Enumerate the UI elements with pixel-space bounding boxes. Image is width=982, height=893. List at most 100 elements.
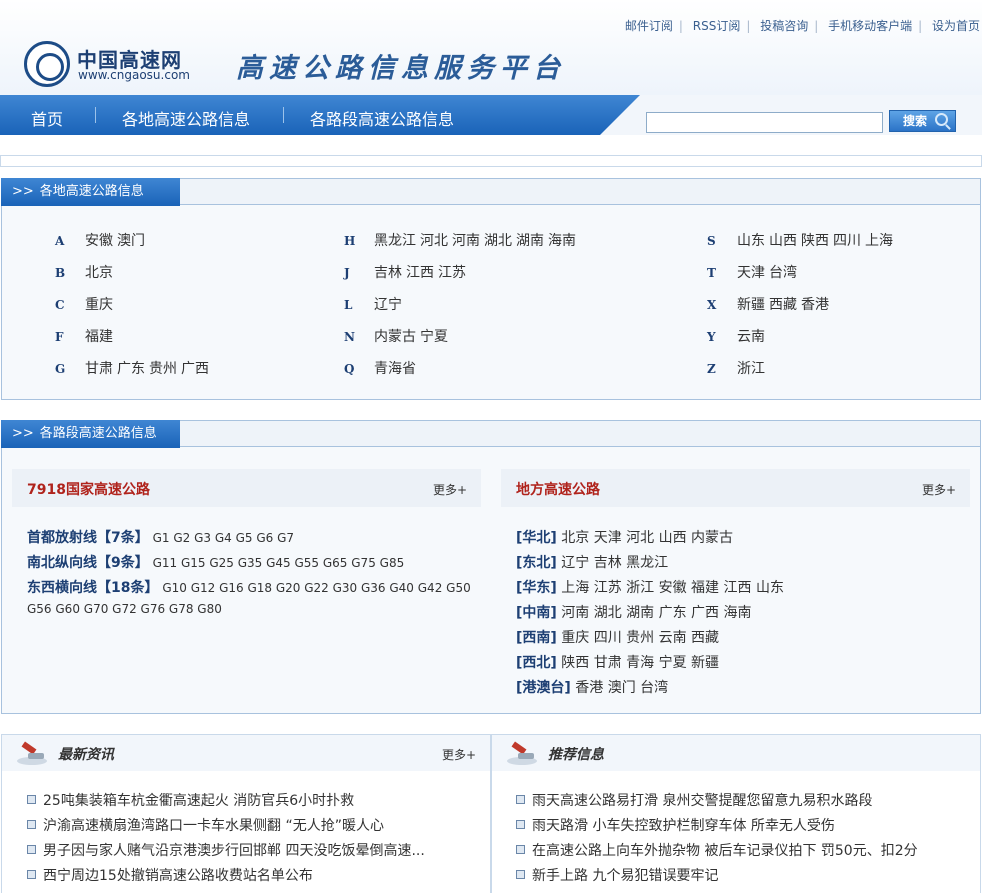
road-codes[interactable]: G10 G12 G16 G18 G20 G22 G30 G36 G40 G42 … bbox=[162, 581, 470, 595]
local-region-names[interactable]: 河南 湖北 湖南 广东 广西 海南 bbox=[561, 605, 751, 621]
region-link[interactable]: 黑龙江 bbox=[374, 233, 416, 249]
double-arrow-icon: >> bbox=[12, 184, 34, 199]
region-link[interactable]: 贵州 bbox=[149, 361, 177, 377]
local-region-names[interactable]: 重庆 四川 贵州 云南 西藏 bbox=[561, 630, 719, 646]
road-codes[interactable]: G56 G60 G70 G72 G76 G78 G80 bbox=[27, 602, 222, 616]
local-region-names[interactable]: 北京 天津 河北 山西 内蒙古 bbox=[561, 530, 733, 546]
region-link[interactable]: 西藏 bbox=[769, 297, 797, 313]
top-link-mobile-client[interactable]: 手机移动客户端 bbox=[828, 19, 912, 33]
local-region-line: [西南] 重庆 四川 贵州 云南 西藏 bbox=[516, 627, 719, 647]
local-region-label[interactable]: [中南] bbox=[516, 605, 557, 621]
latest-news-more-link[interactable]: 更多+ bbox=[442, 746, 476, 763]
local-region-names[interactable]: 陕西 甘肃 青海 宁夏 新疆 bbox=[561, 655, 719, 671]
top-link-contribute[interactable]: 投稿咨询 bbox=[760, 19, 808, 33]
region-link[interactable]: 广西 bbox=[181, 361, 209, 377]
region-link[interactable]: 江西 bbox=[406, 265, 434, 281]
region-link[interactable]: 甘肃 bbox=[85, 361, 113, 377]
region-row: L 辽宁 bbox=[344, 294, 406, 314]
region-link[interactable]: 上海 bbox=[865, 233, 893, 249]
nav-divider bbox=[283, 107, 284, 123]
road-count[interactable]: 【9条】 bbox=[97, 555, 149, 571]
local-region-label[interactable]: [东北] bbox=[516, 555, 557, 571]
local-region-label[interactable]: [西北] bbox=[516, 655, 557, 671]
region-letter: Y bbox=[707, 330, 716, 344]
search-button[interactable]: 搜索 bbox=[889, 110, 956, 132]
region-link[interactable]: 福建 bbox=[85, 329, 113, 345]
local-region-line: [东北] 辽宁 吉林 黑龙江 bbox=[516, 552, 668, 572]
recommend-item[interactable]: 新手上路 九个易犯错误要牢记 bbox=[516, 865, 718, 885]
latest-news-panel: 最新资讯 更多+ 25吨集装箱车杭金衢高速起火 消防官兵6小时扑救 沪渝高速横扇… bbox=[1, 734, 491, 893]
latest-news-header: 最新资讯 更多+ bbox=[2, 735, 490, 771]
region-link[interactable]: 澳门 bbox=[117, 233, 145, 249]
national-highway-title[interactable]: 7918国家高速公路 bbox=[27, 479, 150, 499]
local-highway-title[interactable]: 地方高速公路 bbox=[516, 479, 600, 499]
nav-item-regional[interactable]: 各地高速公路信息 bbox=[122, 106, 250, 130]
top-link-email-subscribe[interactable]: 邮件订阅 bbox=[625, 19, 673, 33]
region-link[interactable]: 四川 bbox=[833, 233, 861, 249]
region-link[interactable]: 吉林 bbox=[374, 265, 402, 281]
top-link-set-homepage[interactable]: 设为首页 bbox=[932, 19, 980, 33]
region-link[interactable]: 湖南 bbox=[516, 233, 544, 249]
site-logo[interactable]: 中国高速网 www.cngaosu.com bbox=[24, 41, 194, 89]
region-link[interactable]: 河北 bbox=[420, 233, 448, 249]
news-item[interactable]: 25吨集装箱车杭金衢高速起火 消防官兵6小时扑救 bbox=[27, 790, 354, 810]
search-input[interactable] bbox=[646, 112, 883, 133]
road-line: 首都放射线【7条】 G1 G2 G3 G4 G5 G6 G7 bbox=[27, 527, 294, 547]
nav-item-road-sections[interactable]: 各路段高速公路信息 bbox=[310, 106, 454, 130]
local-region-line: [中南] 河南 湖北 湖南 广东 广西 海南 bbox=[516, 602, 752, 622]
region-link[interactable]: 山东 bbox=[737, 233, 765, 249]
road-count[interactable]: 【7条】 bbox=[97, 530, 149, 546]
local-region-line: [华北] 北京 天津 河北 山西 内蒙古 bbox=[516, 527, 733, 547]
region-link[interactable]: 山西 bbox=[769, 233, 797, 249]
top-link-rss[interactable]: RSS订阅 bbox=[693, 19, 741, 33]
road-codes[interactable]: G1 G2 G3 G4 G5 G6 G7 bbox=[153, 531, 294, 545]
nav-item-home[interactable]: 首页 bbox=[31, 106, 63, 130]
local-region-names[interactable]: 辽宁 吉林 黑龙江 bbox=[561, 555, 668, 571]
local-more-link[interactable]: 更多+ bbox=[922, 481, 956, 498]
road-codes[interactable]: G11 G15 G25 G35 G45 G55 G65 G75 G85 bbox=[153, 556, 405, 570]
region-link[interactable]: 新疆 bbox=[737, 297, 765, 313]
region-link[interactable]: 宁夏 bbox=[420, 329, 448, 345]
nav-bar: 首页 各地高速公路信息 各路段高速公路信息 bbox=[0, 95, 640, 135]
region-link[interactable]: 江苏 bbox=[438, 265, 466, 281]
region-link[interactable]: 云南 bbox=[737, 329, 765, 345]
region-link[interactable]: 广东 bbox=[117, 361, 145, 377]
region-link[interactable]: 香港 bbox=[801, 297, 829, 313]
region-link[interactable]: 内蒙古 bbox=[374, 329, 416, 345]
region-letter: H bbox=[344, 234, 356, 248]
recommend-item[interactable]: 雨天高速公路易打滑 泉州交警提醒您留意九易积水路段 bbox=[516, 790, 872, 810]
region-link[interactable]: 河南 bbox=[452, 233, 480, 249]
local-region-names[interactable]: 上海 江苏 浙江 安徽 福建 江西 山东 bbox=[561, 580, 784, 596]
region-link[interactable]: 北京 bbox=[85, 265, 113, 281]
region-row: Q 青海省 bbox=[344, 358, 420, 378]
region-link[interactable]: 台湾 bbox=[769, 265, 797, 281]
road-category-link[interactable]: 首都放射线 bbox=[27, 530, 97, 546]
region-link[interactable]: 湖北 bbox=[484, 233, 512, 249]
local-region-label[interactable]: [华东] bbox=[516, 580, 557, 596]
local-region-names[interactable]: 香港 澳门 台湾 bbox=[575, 680, 668, 696]
region-link[interactable]: 安徽 bbox=[85, 233, 113, 249]
region-link[interactable]: 重庆 bbox=[85, 297, 113, 313]
main-nav: 首页 各地高速公路信息 各路段高速公路信息 搜索 bbox=[0, 95, 982, 135]
region-link[interactable]: 浙江 bbox=[737, 361, 765, 377]
region-link[interactable]: 陕西 bbox=[801, 233, 829, 249]
national-more-link[interactable]: 更多+ bbox=[433, 481, 467, 498]
region-link[interactable]: 天津 bbox=[737, 265, 765, 281]
latest-news-title: 最新资讯 bbox=[58, 747, 114, 763]
region-link[interactable]: 辽宁 bbox=[374, 297, 402, 313]
recommend-item[interactable]: 雨天路滑 小车失控致护栏制穿车体 所幸无人受伤 bbox=[516, 815, 835, 835]
recommend-item[interactable]: 在高速公路上向车外抛杂物 被后车记录仪拍下 罚50元、扣2分 bbox=[516, 840, 918, 860]
local-region-label[interactable]: [华北] bbox=[516, 530, 557, 546]
news-item[interactable]: 西宁周边15处撤销高速公路收费站名单公布 bbox=[27, 865, 313, 885]
road-category-link[interactable]: 东西横向线 bbox=[27, 580, 97, 596]
news-item[interactable]: 沪渝高速横扇渔湾路口一卡车水果侧翻 “无人抢”暖人心 bbox=[27, 815, 384, 835]
region-link[interactable]: 海南 bbox=[548, 233, 576, 249]
nav-divider bbox=[95, 107, 96, 123]
news-item[interactable]: 男子因与家人赌气沿京港澳步行回邯郸 四天没吃饭晕倒高速... bbox=[27, 840, 425, 860]
road-count[interactable]: 【18条】 bbox=[97, 580, 158, 596]
top-links: 邮件订阅 | RSS订阅 | 投稿咨询 | 手机移动客户端 | 设为首页 bbox=[624, 19, 980, 33]
local-region-label[interactable]: [西南] bbox=[516, 630, 557, 646]
local-region-label[interactable]: [港澳台] bbox=[516, 680, 571, 696]
region-link[interactable]: 青海省 bbox=[374, 361, 416, 377]
road-category-link[interactable]: 南北纵向线 bbox=[27, 555, 97, 571]
